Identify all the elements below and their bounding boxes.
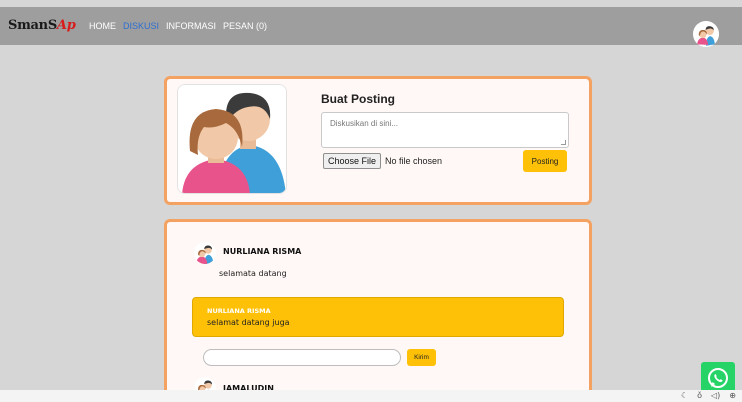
nav-links: HOME DISKUSI INFORMASI PESAN (0) xyxy=(89,21,267,31)
brand-accent: Ap xyxy=(56,18,76,33)
moon-icon[interactable]: ☾ xyxy=(681,390,688,402)
zoom-icon[interactable]: ⊕ xyxy=(729,390,736,402)
speaker-icon[interactable]: ◁) xyxy=(711,390,720,402)
file-input: Choose File No file chosen xyxy=(323,153,442,169)
comment-text: selamata datang xyxy=(219,269,287,278)
brand-main: SmanS xyxy=(8,18,57,33)
navbar: SmanSAp HOME DISKUSI INFORMASI PESAN (0) xyxy=(0,7,742,47)
brand-logo[interactable]: SmanSAp xyxy=(8,18,76,33)
nav-diskusi[interactable]: DISKUSI xyxy=(123,21,159,31)
kirim-button[interactable]: Kirim xyxy=(407,349,436,366)
post-title: Buat Posting xyxy=(321,92,395,106)
users-icon xyxy=(178,85,286,193)
reply-bubble: NURLIANA RISMA selamat datang juga xyxy=(192,297,564,337)
resize-handle-icon[interactable] xyxy=(561,140,566,145)
comment-avatar xyxy=(194,242,216,264)
posting-button[interactable]: Posting xyxy=(523,150,567,172)
user-avatar-icon[interactable] xyxy=(693,21,719,47)
comment-author: NURLIANA RISMA xyxy=(223,247,302,256)
reply-author: NURLIANA RISMA xyxy=(207,307,271,315)
nav-informasi[interactable]: INFORMASI xyxy=(166,21,216,31)
reply-input[interactable] xyxy=(203,349,401,366)
reply-text: selamat datang juga xyxy=(207,318,290,327)
users-icon xyxy=(693,21,719,47)
choose-file-button[interactable]: Choose File xyxy=(323,153,382,169)
post-textarea-placeholder: Diskusikan di sini... xyxy=(330,119,399,128)
post-avatar xyxy=(177,84,287,194)
lock-icon[interactable]: ǒ xyxy=(697,390,702,402)
tray-icons: ☾ ǒ ◁) ⊕ xyxy=(681,390,736,402)
create-post-card: Buat Posting Diskusikan di sini... Choos… xyxy=(164,76,592,205)
nav-pesan[interactable]: PESAN (0) xyxy=(223,21,267,31)
users-icon xyxy=(194,242,216,264)
nav-home[interactable]: HOME xyxy=(89,21,116,31)
post-textarea[interactable]: Diskusikan di sini... xyxy=(321,112,569,148)
file-status: No file chosen xyxy=(385,156,443,166)
discussion-card: NURLIANA RISMA selamata datang NURLIANA … xyxy=(164,219,592,402)
system-tray: ☾ ǒ ◁) ⊕ xyxy=(0,390,742,402)
